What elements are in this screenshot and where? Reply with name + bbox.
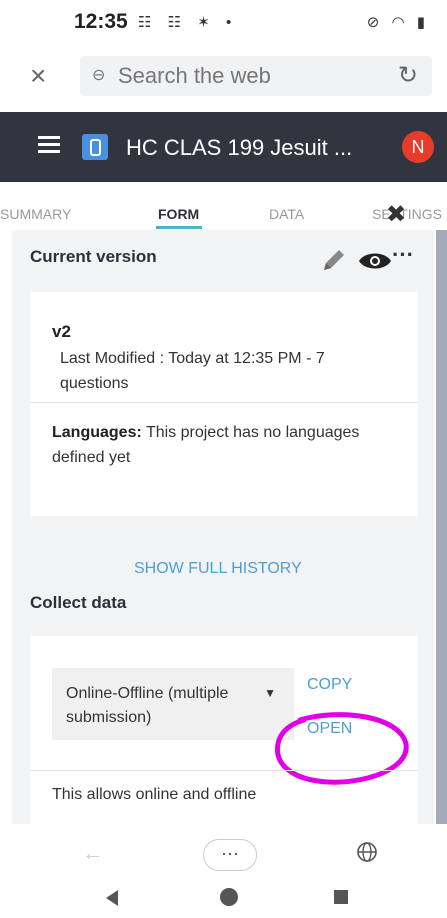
divider <box>30 402 418 403</box>
close-tab-icon[interactable]: × <box>30 60 46 92</box>
more-options-icon[interactable]: ··· <box>392 242 414 268</box>
active-tab-indicator <box>156 226 202 229</box>
tab-form[interactable]: FORM <box>158 206 199 222</box>
app-logo-icon <box>82 134 108 160</box>
reload-icon[interactable]: ↻ <box>398 61 418 90</box>
tab-data[interactable]: DATA <box>269 206 304 222</box>
app-header: HC CLAS 199 Jesuit ... N <box>0 112 447 182</box>
nav-back-icon[interactable] <box>106 890 118 906</box>
status-bar: 12:35 ☷ ☷ ✶ • ⊘ ◠ ▮ <box>0 0 447 46</box>
project-title: HC CLAS 199 Jesuit ... <box>126 135 353 160</box>
chevron-down-icon: ▼ <box>264 686 276 700</box>
lock-icon: ⊖ <box>92 67 106 84</box>
search-placeholder: Search the web <box>118 63 271 88</box>
form-panel: Current version ··· v2 Last Modified : T… <box>12 230 434 824</box>
highlight-circle-annotation <box>274 712 409 785</box>
languages-label: Languages: <box>52 424 142 441</box>
hamburger-menu-icon[interactable] <box>38 136 60 157</box>
nav-home-icon[interactable] <box>220 888 238 906</box>
divider <box>30 770 418 771</box>
tab-summary[interactable]: SUMMARY <box>0 206 71 222</box>
languages-info: Languages: This project has no languages… <box>52 420 382 470</box>
show-full-history-link[interactable]: SHOW FULL HISTORY <box>134 560 302 578</box>
copy-button[interactable]: COPY <box>307 676 352 694</box>
back-arrow-icon[interactable]: ← <box>82 840 104 866</box>
browser-bar: × ⊖ Search the web ↻ <box>0 52 447 112</box>
tab-settings[interactable]: SETTINGS <box>372 206 447 222</box>
close-icon[interactable]: ✖ <box>386 200 406 229</box>
nav-recent-apps-icon[interactable] <box>334 890 348 904</box>
collect-method-select[interactable]: Online-Offline (multiple submission) ▼ <box>52 668 294 740</box>
browser-bottom-bar: ← ··· <box>0 824 447 884</box>
browser-menu-button[interactable]: ··· <box>203 839 257 871</box>
pencil-icon[interactable] <box>320 246 348 274</box>
collect-data-card: Online-Offline (multiple submission) ▼ C… <box>30 636 418 824</box>
version-meta: Last Modified : Today at 12:35 PM - 7 qu… <box>60 350 325 392</box>
version-name: v2 <box>52 322 71 341</box>
status-time: 12:35 <box>74 10 128 33</box>
select-value: Online-Offline (multiple submission) <box>66 685 229 726</box>
current-version-title: Current version <box>30 247 157 266</box>
system-icons: ⊘ ◠ ▮ <box>366 14 429 31</box>
scrollbar[interactable] <box>436 230 447 824</box>
version-card: v2 Last Modified : Today at 12:35 PM - 7… <box>30 292 418 516</box>
search-input[interactable]: ⊖ Search the web ↻ <box>80 56 432 96</box>
user-avatar[interactable]: N <box>402 131 434 163</box>
globe-icon[interactable] <box>356 841 378 863</box>
collect-description: This allows online and offline <box>52 786 257 803</box>
notification-icons: ☷ ☷ ✶ • <box>138 14 238 31</box>
eye-icon[interactable] <box>358 250 392 272</box>
collect-data-title: Collect data <box>30 593 127 612</box>
tab-bar: SUMMARY FORM DATA SETTINGS ✖ <box>0 200 447 229</box>
system-nav-bar <box>0 884 447 918</box>
